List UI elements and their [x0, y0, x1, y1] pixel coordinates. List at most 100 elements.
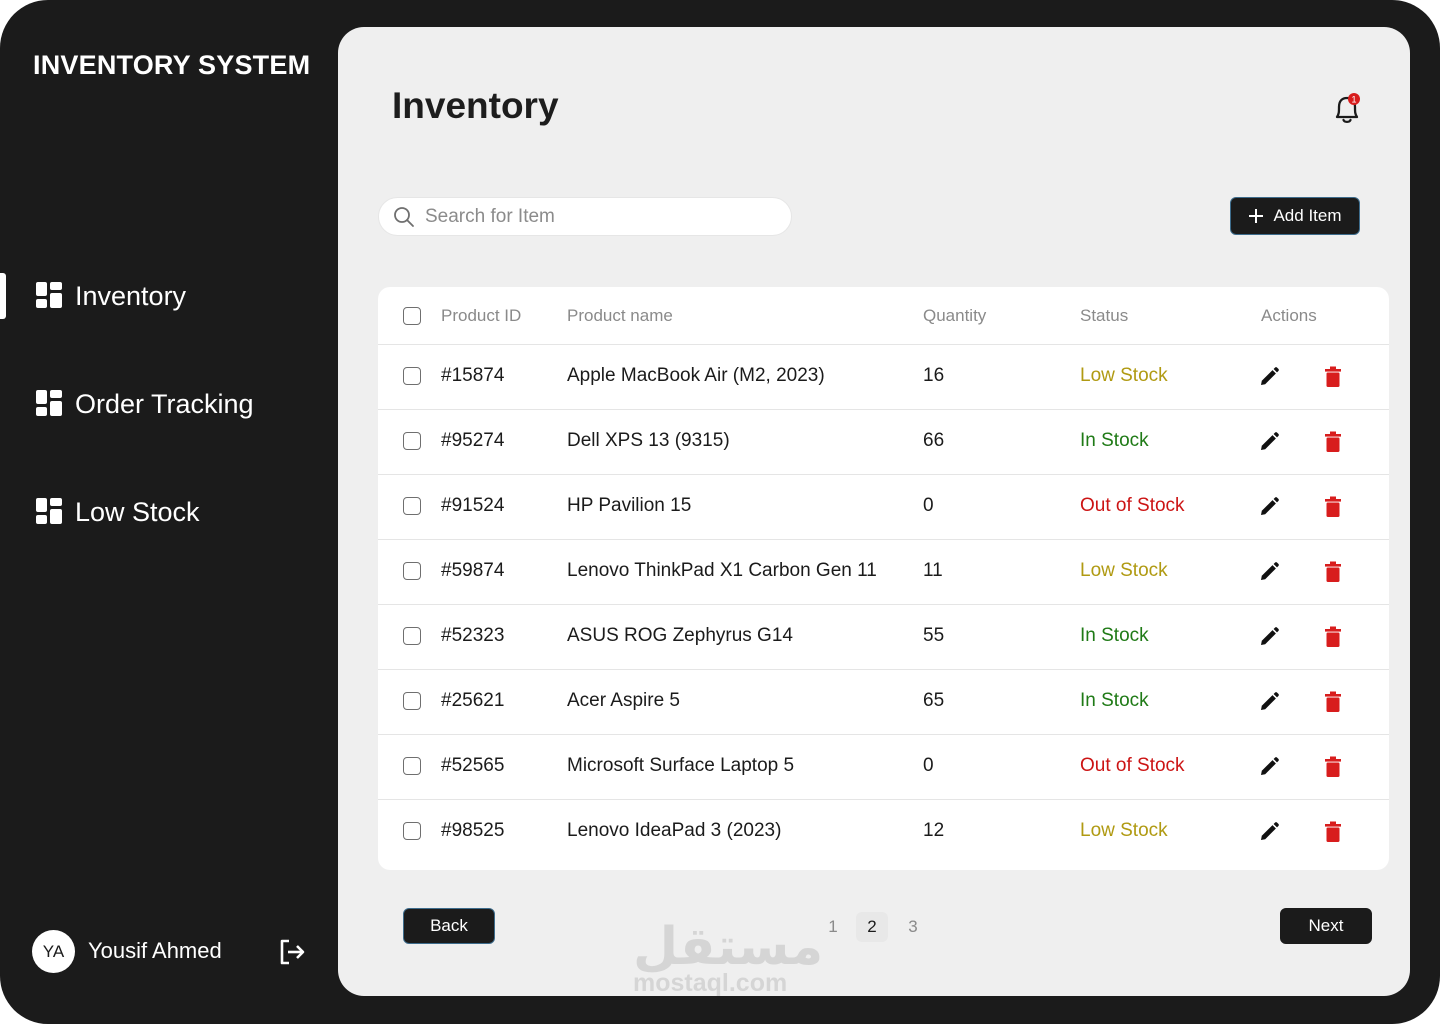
column-header-actions: Actions: [1261, 306, 1317, 325]
product-quantity: 11: [923, 560, 943, 581]
column-header-status[interactable]: Status: [1080, 306, 1128, 326]
watermark-latin: mostaql.com: [633, 969, 788, 997]
row-checkbox[interactable]: [403, 822, 421, 840]
table-row[interactable]: #52323 ASUS ROG Zephyrus G14 55 In Stock: [378, 604, 1389, 669]
status-badge: In Stock: [1080, 690, 1149, 711]
table-row[interactable]: #52565 Microsoft Surface Laptop 5 0 Out of …: [378, 734, 1389, 799]
row-checkbox[interactable]: [403, 692, 421, 710]
page-title: Inventory: [392, 85, 559, 126]
notification-count: 1: [1351, 95, 1356, 105]
dashboard-icon: [36, 390, 62, 416]
row-checkbox[interactable]: [403, 432, 421, 450]
edit-icon[interactable]: [1258, 626, 1280, 648]
product-quantity: 65: [923, 690, 945, 711]
add-item-label: Add Item: [1273, 206, 1342, 225]
trash-icon[interactable]: [1324, 626, 1342, 648]
trash-icon[interactable]: [1324, 366, 1342, 388]
avatar[interactable]: YA: [32, 930, 75, 973]
table-row[interactable]: #91524 HP Pavilion 15 0 Out of Stock: [378, 474, 1389, 539]
product-name: Lenovo ThinkPad X1 Carbon Gen 11: [567, 560, 877, 581]
watermark-arabic: مستقل: [633, 917, 824, 977]
edit-icon[interactable]: [1258, 561, 1280, 583]
status-badge: In Stock: [1080, 625, 1149, 646]
bell-icon[interactable]: 1: [1328, 90, 1366, 128]
status-badge: Low Stock: [1080, 820, 1168, 841]
trash-icon[interactable]: [1324, 561, 1342, 583]
next-button[interactable]: Next: [1280, 908, 1372, 944]
active-indicator: [0, 273, 6, 319]
table-row[interactable]: #25621 Acer Aspire 5 65 In Stock: [378, 669, 1389, 734]
brand-title: INVENTORY SYSTEM: [33, 50, 311, 80]
trash-icon[interactable]: [1324, 821, 1342, 843]
product-name: Dell XPS 13 (9315): [567, 430, 730, 451]
edit-icon[interactable]: [1258, 496, 1280, 518]
table-row[interactable]: #15874 Apple MacBook Air (M2, 2023) 16 Low …: [378, 344, 1389, 409]
back-button[interactable]: Back: [403, 908, 495, 944]
search-input[interactable]: [425, 202, 775, 232]
edit-icon[interactable]: [1258, 431, 1280, 453]
row-checkbox[interactable]: [403, 367, 421, 385]
sidebar-item-label: Inventory: [75, 281, 187, 311]
search-icon: [394, 207, 414, 227]
status-badge: Out of Stock: [1080, 755, 1185, 776]
main-panel: Inventory 1 Add Item Product ID: [338, 27, 1410, 997]
product-id: #52323: [441, 625, 505, 646]
sidebar-item-order-tracking[interactable]: Order Tracking: [0, 381, 320, 429]
watermark-logo: مستقل mostaql.com: [633, 917, 823, 997]
trash-icon[interactable]: [1324, 431, 1342, 453]
user-profile: YA Yousif Ahmed: [32, 930, 322, 974]
table-row[interactable]: #95274 Dell XPS 13 (9315) 66 In Stock: [378, 409, 1389, 474]
row-checkbox[interactable]: [403, 757, 421, 775]
page-2-button[interactable]: 2: [856, 912, 888, 942]
select-all-checkbox[interactable]: [403, 307, 421, 325]
status-badge: Out of Stock: [1080, 495, 1185, 516]
trash-icon[interactable]: [1324, 756, 1342, 778]
product-quantity: 0: [923, 755, 934, 776]
dashboard-icon: [36, 282, 62, 308]
sidebar-item-low-stock[interactable]: Low Stock: [0, 489, 320, 537]
product-quantity: 12: [923, 820, 945, 841]
sidebar-item-inventory[interactable]: Inventory: [0, 273, 320, 321]
row-checkbox[interactable]: [403, 497, 421, 515]
edit-icon[interactable]: [1258, 691, 1280, 713]
status-badge: Low Stock: [1080, 560, 1168, 581]
edit-icon[interactable]: [1258, 756, 1280, 778]
column-header-product-name[interactable]: Product name: [567, 306, 673, 326]
product-name: Apple MacBook Air (M2, 2023): [567, 365, 825, 386]
product-id: #52565: [441, 755, 505, 776]
page-1-button[interactable]: 1: [817, 912, 849, 942]
trash-icon[interactable]: [1324, 691, 1342, 713]
product-quantity: 0: [923, 495, 934, 516]
row-checkbox[interactable]: [403, 627, 421, 645]
table-row[interactable]: #98525 Lenovo IdeaPad 3 (2023) 12 Low Stock: [378, 799, 1389, 864]
app-window: INVENTORY SYSTEM Inventory Order Trackin…: [0, 0, 1440, 1024]
product-name: HP Pavilion 15: [567, 495, 692, 516]
product-name: ASUS ROG Zephyrus G14: [567, 625, 793, 646]
edit-icon[interactable]: [1258, 366, 1280, 388]
product-quantity: 55: [923, 625, 945, 646]
logout-icon[interactable]: [276, 936, 308, 968]
page-3-button[interactable]: 3: [897, 912, 929, 942]
product-quantity: 16: [923, 365, 945, 386]
table-row[interactable]: #59874 Lenovo ThinkPad X1 Carbon Gen 11 11…: [378, 539, 1389, 604]
status-badge: Low Stock: [1080, 365, 1168, 386]
add-item-button[interactable]: Add Item: [1230, 197, 1360, 235]
product-name: Acer Aspire 5: [567, 690, 680, 711]
column-header-quantity[interactable]: Quantity: [923, 306, 986, 326]
product-name: Microsoft Surface Laptop 5: [567, 755, 795, 776]
product-id: #25621: [441, 690, 505, 711]
row-checkbox[interactable]: [403, 562, 421, 580]
product-id: #15874: [441, 365, 505, 386]
edit-icon[interactable]: [1258, 821, 1280, 843]
sidebar-item-label: Low Stock: [75, 497, 200, 527]
product-quantity: 66: [923, 430, 945, 451]
column-header-product-id[interactable]: Product ID: [441, 306, 521, 326]
product-id: #98525: [441, 820, 505, 841]
dashboard-icon: [36, 498, 62, 524]
product-id: #95274: [441, 430, 505, 451]
trash-icon[interactable]: [1324, 496, 1342, 518]
plus-icon: [1249, 209, 1264, 223]
search-bar: [378, 197, 792, 236]
table-header: Product ID Product name Quantity Status …: [378, 287, 1389, 344]
product-id: #91524: [441, 495, 505, 516]
